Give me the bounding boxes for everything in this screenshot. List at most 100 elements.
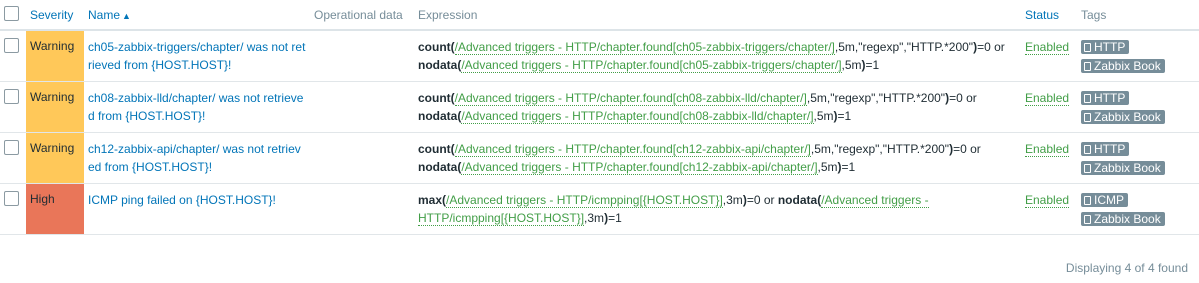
expr-item-link[interactable]: /Advanced triggers - HTTP/chapter.found[…	[461, 58, 842, 73]
row-checkbox[interactable]	[4, 38, 19, 53]
header-status-label[interactable]: Status	[1025, 8, 1059, 22]
status-cell: Enabled	[1021, 183, 1077, 235]
tag-label: Zabbix Book	[1094, 211, 1161, 226]
expr-function: max	[418, 192, 443, 207]
expression-cell: count(/Advanced triggers - HTTP/chapter.…	[414, 30, 1021, 82]
header-operational-data: Operational data	[310, 0, 414, 31]
status-cell: Enabled	[1021, 81, 1077, 133]
severity-cell: Warning	[26, 132, 84, 184]
document-icon	[1084, 195, 1091, 205]
document-icon	[1084, 112, 1091, 122]
tag-badge[interactable]: Zabbix Book	[1081, 59, 1165, 73]
expr-operator: =1	[841, 159, 856, 174]
operational-data-cell	[310, 183, 414, 235]
expr-args: ,5m,"regexp","HTTP.*200"	[810, 141, 950, 156]
row-select-cell	[0, 132, 26, 184]
status-toggle-link[interactable]: Enabled	[1025, 141, 1070, 157]
expr-function: nodata	[418, 58, 458, 72]
name-cell: ch08-zabbix-lld/chapter/ was not retriev…	[84, 81, 310, 133]
document-icon	[1084, 163, 1091, 173]
expr-args: ,5m	[813, 108, 834, 123]
tag-badge[interactable]: HTTP	[1081, 90, 1130, 105]
document-icon	[1084, 62, 1091, 71]
expr-item-link[interactable]: /Advanced triggers - HTTP/icmpping[{HOST…	[446, 192, 723, 208]
sort-ascending-icon: ▲	[122, 10, 131, 21]
tag-label: ICMP	[1094, 192, 1124, 207]
document-icon	[1084, 144, 1091, 154]
table-header: Severity Name ▲ Operational data Expressi…	[0, 0, 1199, 31]
expr-item-link[interactable]: /Advanced triggers - HTTP/chapter.found[…	[461, 159, 818, 175]
expr-item-link[interactable]: /Advanced triggers - HTTP/chapter.found[…	[461, 108, 814, 124]
operational-data-cell	[310, 30, 414, 82]
tag-badge[interactable]: Zabbix Book	[1081, 160, 1165, 175]
tag-badge[interactable]: Zabbix Book	[1081, 109, 1165, 124]
expr-operator: =1	[837, 108, 852, 123]
header-operational-data-label: Operational data	[314, 7, 403, 22]
tag-badge[interactable]: HTTP	[1081, 40, 1130, 54]
trigger-name-link[interactable]: ch08-zabbix-lld/chapter/ was not retriev…	[88, 91, 303, 123]
tag-label: Zabbix Book	[1094, 109, 1161, 124]
tags-cell: HTTP Zabbix Book	[1077, 132, 1199, 184]
expr-function: nodata	[418, 108, 458, 123]
header-status[interactable]: Status	[1021, 0, 1077, 31]
row-select-cell	[0, 183, 26, 235]
row-checkbox[interactable]	[4, 190, 19, 206]
tags-cell: ICMP Zabbix Book	[1077, 183, 1199, 235]
header-severity[interactable]: Severity	[26, 0, 84, 31]
expr-operator: =0 or	[953, 141, 981, 156]
status-toggle-link[interactable]: Enabled	[1025, 192, 1070, 208]
status-toggle-link[interactable]: Enabled	[1025, 40, 1070, 55]
table-row: Warning ch12-zabbix-api/chapter/ was not…	[0, 132, 1199, 184]
header-expression-label: Expression	[418, 7, 478, 22]
trigger-name-link[interactable]: ICMP ping failed on {HOST.HOST}!	[88, 193, 276, 207]
tag-badge[interactable]: HTTP	[1081, 141, 1130, 156]
table-row: Warning ch08-zabbix-lld/chapter/ was not…	[0, 81, 1199, 133]
expr-args: ,5m	[817, 159, 838, 174]
header-name[interactable]: Name ▲	[84, 0, 310, 31]
status-cell: Enabled	[1021, 30, 1077, 82]
status-toggle-link[interactable]: Enabled	[1025, 90, 1070, 106]
expr-item-link[interactable]: /Advanced triggers - HTTP/chapter.found[…	[454, 90, 807, 106]
name-cell: ICMP ping failed on {HOST.HOST}!	[84, 183, 310, 235]
expression-cell: max(/Advanced triggers - HTTP/icmpping[{…	[414, 183, 1021, 235]
severity-cell: Warning	[26, 30, 84, 82]
triggers-list: Severity Name ▲ Operational data Expressi…	[0, 0, 1199, 283]
select-all-header[interactable]	[0, 0, 26, 31]
expr-operator: =1	[608, 210, 622, 225]
tag-label: Zabbix Book	[1094, 59, 1161, 73]
severity-cell: High	[26, 183, 84, 235]
expr-args: ,3m	[584, 210, 605, 225]
tag-badge[interactable]: Zabbix Book	[1081, 211, 1165, 226]
operational-data-cell	[310, 132, 414, 184]
trigger-name-link[interactable]: ch12-zabbix-api/chapter/ was not retriev…	[88, 142, 301, 174]
document-icon	[1084, 93, 1091, 103]
row-checkbox[interactable]	[4, 88, 19, 104]
expr-function: nodata	[418, 159, 458, 174]
trigger-name-link[interactable]: ch05-zabbix-triggers/chapter/ was not re…	[88, 40, 305, 72]
expr-function: count	[418, 141, 451, 156]
status-cell: Enabled	[1021, 132, 1077, 184]
expr-args: ,3m	[722, 192, 743, 207]
row-select-cell	[0, 30, 26, 82]
header-name-label[interactable]: Name	[88, 8, 120, 22]
select-all-checkbox[interactable]	[4, 5, 19, 21]
results-count: Displaying 4 of 4 found	[1065, 261, 1188, 275]
tags-cell: HTTP Zabbix Book	[1077, 30, 1199, 82]
tag-badge[interactable]: ICMP	[1081, 192, 1128, 207]
triggers-table: Severity Name ▲ Operational data Expressi…	[0, 0, 1199, 235]
expr-args: ,5m,"regexp","HTTP.*200"	[834, 40, 974, 54]
row-select-cell	[0, 81, 26, 133]
header-severity-label[interactable]: Severity	[30, 8, 73, 22]
expr-function: nodata	[777, 192, 818, 207]
tags-cell: HTTP Zabbix Book	[1077, 81, 1199, 133]
expr-operator: =1	[865, 58, 880, 72]
document-icon	[1084, 43, 1091, 52]
header-expression: Expression	[414, 0, 1021, 31]
tag-label: HTTP	[1094, 90, 1126, 105]
row-checkbox[interactable]	[4, 139, 19, 155]
expr-item-link[interactable]: /Advanced triggers - HTTP/chapter.found[…	[454, 141, 811, 157]
expr-item-link[interactable]: /Advanced triggers - HTTP/chapter.found[…	[454, 40, 835, 55]
expr-function: count	[418, 90, 451, 105]
operational-data-cell	[310, 81, 414, 133]
tag-label: HTTP	[1094, 40, 1126, 54]
